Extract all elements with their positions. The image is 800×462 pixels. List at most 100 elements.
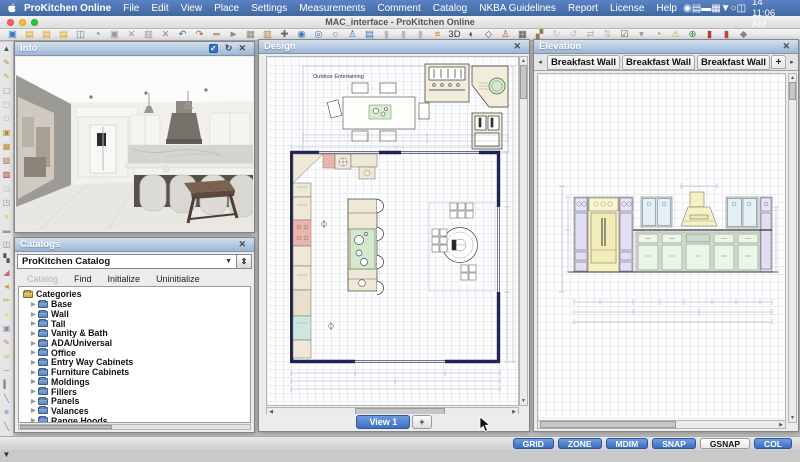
copy-icon[interactable]: ▣ [106,29,123,41]
tree-item-range-hoods[interactable]: ▶Range Hoods [23,416,250,423]
app-window-titlebar[interactable]: MAC_interface - ProKitchen Online [0,16,800,29]
save-disk-icon[interactable]: ◫ [72,29,89,41]
elevation-tab-breakfast-wall-1[interactable]: Breakfast Wall [547,55,620,70]
menu-clock[interactable]: Tue Nov 14 11:06 AM [746,0,794,30]
info-window-titlebar[interactable]: Info ✓ ↻ ✕ [15,42,254,56]
disclosure-icon[interactable]: ▶ [31,398,38,405]
tab-uninitialize[interactable]: Uninitialize [148,273,208,285]
disclosure-icon[interactable]: ▶ [31,369,38,376]
wifi-icon[interactable]: ▼ [721,3,731,14]
fill-tool-icon[interactable]: ▨ [0,168,13,182]
rect-tool-icon[interactable]: ▢ [0,84,13,98]
tree-item-panels[interactable]: ▶Panels [23,396,250,406]
zone-toggle-button[interactable]: ZONE [558,438,602,449]
catalogs-window-titlebar[interactable]: Catalogs ✕ [15,238,254,252]
add-view-button[interactable]: + [412,415,431,429]
tab-find[interactable]: Find [66,273,100,285]
import-folder-icon[interactable]: ▤ [38,29,55,41]
tree-item-ada-universal[interactable]: ▶ADA/Universal [23,338,250,348]
elevation-close-icon[interactable]: ✕ [779,41,793,52]
design-window-titlebar[interactable]: Design ✕ [259,40,529,54]
menu-report[interactable]: Report [562,3,604,14]
menu-settings[interactable]: Settings [245,3,293,14]
disclosure-icon[interactable]: ▶ [31,407,38,414]
info-refresh-icon[interactable]: ↻ [222,43,236,54]
catalog-expand-button[interactable]: ⇕ [237,254,252,269]
disclosure-icon[interactable]: ▶ [31,311,38,318]
outdoor-tall-cabinet[interactable] [472,113,502,149]
snap-toggle-button[interactable]: SNAP [652,438,696,449]
diagonal2-tool-icon[interactable]: ╲ [0,420,13,434]
delete-icon[interactable]: ✕ [157,29,174,41]
scroll-up-icon[interactable]: ▲ [0,42,13,56]
filled-rect-tool-icon[interactable]: ▣ [0,126,13,140]
tabs-next-arrow-icon[interactable]: ▸ [786,54,798,70]
print-icon[interactable]: ▦ [242,29,259,41]
menu-edit[interactable]: Edit [145,3,174,14]
note-tool-icon[interactable]: ◳ [0,196,13,210]
menu-measurements[interactable]: Measurements [293,3,371,14]
menu-app-name[interactable]: ProKitchen Online [18,3,117,14]
elevation-window-titlebar[interactable]: Elevation ✕ [534,40,798,54]
tree-item-entry-way-cabinets[interactable]: ▶Entry Way Cabinets [23,358,250,368]
add-elevation-tab-button[interactable]: + [771,55,786,69]
save-folder-icon[interactable]: ▤ [55,29,72,41]
measure-icon[interactable]: ═ [208,29,225,41]
tree-item-tall[interactable]: ▶Tall [23,319,250,329]
kitchen-island[interactable] [348,199,384,295]
elevation-tab-breakfast-wall-3[interactable]: Breakfast Wall [697,55,770,70]
chart-tool-icon[interactable]: ▚ [0,252,13,266]
display-icon[interactable]: ▤ [692,3,701,14]
info-close-icon[interactable]: ✕ [235,43,249,54]
upper-cabinets-left[interactable] [641,197,672,227]
scroll-up-arrow-icon[interactable]: ▲ [520,57,527,65]
elevation-canvas[interactable] [537,73,786,423]
disclosure-icon[interactable]: ▶ [31,320,38,327]
open-folder-icon[interactable]: ▤ [21,29,38,41]
col-toggle-button[interactable]: COL [754,438,792,449]
grid-toggle-button[interactable]: GRID [513,438,554,449]
range-hood-elevation[interactable] [681,192,717,226]
disclosure-icon[interactable]: ▶ [31,340,38,347]
menu-catalog[interactable]: Catalog [427,3,473,14]
disclosure-icon[interactable]: ▶ [31,388,38,395]
highlighter-tool-icon[interactable]: ✏ [0,294,13,308]
undo-icon[interactable]: ↶ [174,29,191,41]
dimension-tool-icon[interactable]: ═ [0,350,13,364]
menu-help[interactable]: Help [650,3,683,14]
gsnap-toggle-button[interactable]: GSNAP [700,438,750,449]
rounded-rect-tool-icon[interactable]: ▢ [0,98,13,112]
diagonal-tool-icon[interactable]: ╲ [0,392,13,406]
history-clock-icon[interactable]: ◔ [89,29,106,41]
line-tool-icon[interactable]: ─ [0,364,13,378]
disclosure-icon[interactable]: ▶ [31,330,38,337]
menu-comment[interactable]: Comment [371,3,426,14]
redo-icon[interactable]: ↷ [191,29,208,41]
arrow-tool-icon[interactable]: ◄ [0,280,13,294]
catalogs-close-icon[interactable]: ✕ [235,239,249,250]
tree-root-categories[interactable]: Categories [23,289,250,300]
design-vertical-scrollbar[interactable]: ▲ ▼ [519,56,528,406]
hatch-tool-icon[interactable]: ▧ [0,154,13,168]
scroll-right-arrow-icon[interactable]: ▶ [777,421,785,429]
catalog-tree-hscrollbar[interactable] [18,424,251,430]
panel-tool-icon[interactable]: ▥ [0,182,13,196]
square-tool-icon[interactable]: □ [0,112,13,126]
scroll-up-arrow-icon[interactable]: ▲ [789,74,796,82]
disclosure-icon[interactable]: ▶ [31,301,38,308]
stamp-tool-icon[interactable]: ▬ [0,224,13,238]
disclosure-icon[interactable]: ▶ [31,417,38,423]
mdim-toggle-button[interactable]: MDIM [606,438,649,449]
design-canvas[interactable]: Outdoor Entertaining [266,56,519,406]
outdoor-grill-station[interactable] [425,64,469,102]
battery-icon[interactable]: ▬ [701,3,711,14]
tree-item-vanity-bath[interactable]: ▶Vanity & Bath [23,329,250,339]
tree-item-base[interactable]: ▶Base [23,300,250,310]
tree-item-wall[interactable]: ▶Wall [23,309,250,319]
snap-star-tool-icon[interactable]: ✳ [0,406,13,420]
swatch-tool-icon[interactable]: ▣ [0,322,13,336]
eraser-tool-icon[interactable]: ◢ [0,266,13,280]
new-design-icon[interactable]: ▣ [4,29,21,41]
scroll-down-icon[interactable]: ▼ [0,448,13,462]
tree-item-furniture-cabinets[interactable]: ▶Furniture Cabinets [23,367,250,377]
